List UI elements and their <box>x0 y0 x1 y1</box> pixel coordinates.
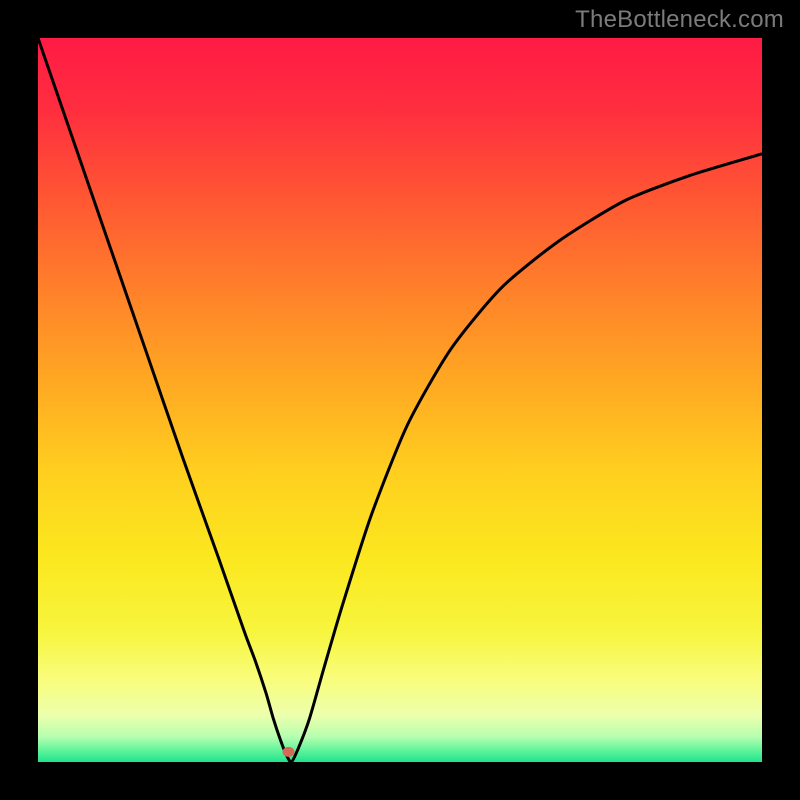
chart-svg <box>38 38 762 762</box>
plot-area <box>38 38 762 762</box>
chart-frame: TheBottleneck.com <box>0 0 800 800</box>
optimum-marker <box>283 747 295 757</box>
gradient-background <box>38 38 762 762</box>
watermark-text: TheBottleneck.com <box>575 6 784 34</box>
